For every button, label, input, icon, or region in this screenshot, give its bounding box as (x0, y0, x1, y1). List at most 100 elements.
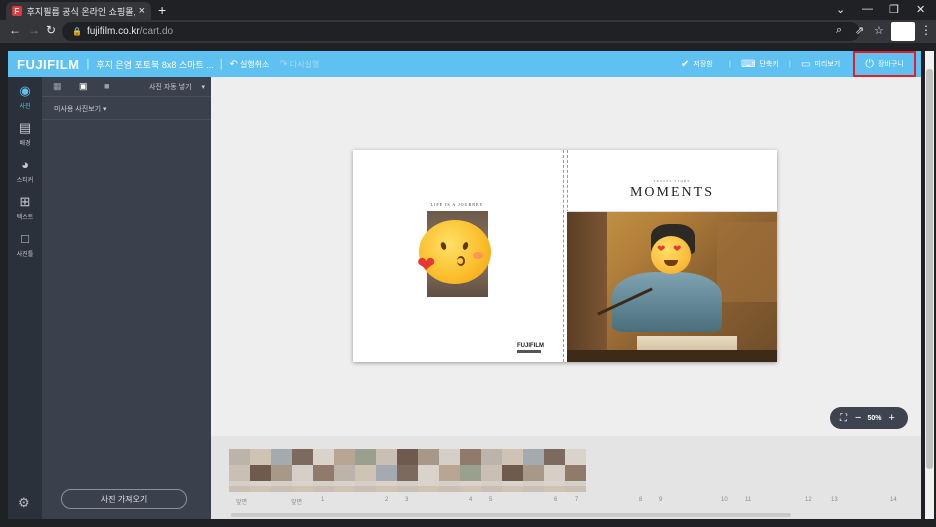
page-thumbnail-tile[interactable] (565, 486, 586, 492)
page-thumbnail-tile[interactable] (250, 486, 271, 492)
page-thumbnail-tile[interactable] (397, 465, 418, 481)
page-thumbnail-tile[interactable] (481, 449, 502, 465)
page-thumbnail-tile[interactable] (376, 465, 397, 481)
page-thumbnail-tile[interactable] (544, 465, 565, 481)
zoom-in-button[interactable]: + (888, 412, 894, 424)
page-scrollbar[interactable] (925, 51, 934, 519)
minimize-button[interactable]: — (862, 3, 873, 15)
page-thumbnail-tile[interactable] (229, 449, 250, 465)
page-thumbnail-tile[interactable] (271, 449, 292, 465)
page-thumbnail-tile[interactable] (397, 486, 418, 492)
page-thumbnail-tile[interactable] (355, 486, 376, 492)
redo-button[interactable]: ↷ 다시실행 (279, 59, 319, 70)
rail-item-sticker[interactable]: ◕ 스티커 (8, 153, 42, 189)
page-thumbnail-tile[interactable] (229, 465, 250, 481)
page-thumbnail-tile[interactable] (313, 486, 334, 492)
save-button[interactable]: ✔ 저장함 (681, 51, 713, 77)
unused-label: 미사용 사진보기 (54, 106, 102, 113)
page-thumbnail-tile[interactable] (418, 486, 439, 492)
page-thumbnail-tile[interactable] (481, 465, 502, 481)
page-thumbnail-tile[interactable] (565, 465, 586, 481)
new-tab-button[interactable]: + (158, 2, 166, 18)
scrollbar-thumb[interactable] (926, 69, 933, 469)
reload-icon[interactable]: ↻ (46, 23, 56, 37)
page-thumbnail-tile[interactable] (418, 449, 439, 465)
page-thumbnail-tile[interactable] (397, 449, 418, 465)
grid-large-view-icon[interactable]: ▣ (79, 81, 88, 92)
page-thumbnail-tile[interactable] (418, 465, 439, 481)
tab-close-icon[interactable]: × (139, 5, 145, 17)
profile-avatar[interactable] (891, 22, 915, 41)
page-thumbnail-tile[interactable] (523, 449, 544, 465)
page-thumbnail-tile[interactable] (523, 465, 544, 481)
page-thumbnail-tile[interactable] (313, 449, 334, 465)
page-thumbnail-tile[interactable] (544, 486, 565, 492)
right-page-photo[interactable]: ❤ ❤ (567, 212, 777, 362)
close-window-button[interactable]: ✕ (916, 3, 925, 16)
shortcut-button[interactable]: ⌨ 단축키 (741, 51, 779, 77)
share-icon[interactable]: ⇗ (855, 24, 864, 37)
page-thumbnail-tile[interactable] (460, 486, 481, 492)
page-thumbnail-tile[interactable] (334, 486, 355, 492)
address-bar[interactable]: 🔒 fujifilm.co.kr /cart.do (62, 22, 860, 41)
grid-small-view-icon[interactable]: ▦ (53, 81, 62, 92)
back-arrow-icon[interactable]: ← (9, 23, 21, 37)
autofill-dropdown[interactable]: 사진 자동 넣기 ▾ (149, 82, 205, 92)
page-thumbnail-tile[interactable] (313, 465, 334, 481)
page-thumbnail-tile[interactable] (565, 449, 586, 465)
gear-icon[interactable]: ⚙ (18, 495, 30, 511)
rail-item-frame[interactable]: □ 사진틀 (8, 227, 42, 263)
page-thumbnail-tile[interactable] (439, 486, 460, 492)
bookmark-star-icon[interactable]: ☆ (874, 24, 884, 37)
page-thumbnail-tile[interactable] (502, 486, 523, 492)
forward-arrow-icon[interactable]: → (28, 23, 40, 37)
browser-menu-icon[interactable]: ⋮ (920, 23, 932, 37)
import-photos-button[interactable]: 사진 가져오기 (61, 489, 187, 509)
cart-button[interactable]: ⏻ 장바구니 (853, 51, 916, 77)
page-thumbnail-tile[interactable] (376, 486, 397, 492)
power-icon: ⏻ (865, 57, 874, 70)
page-thumbnail-tile[interactable] (502, 465, 523, 481)
page-thumbnail-tile[interactable] (334, 465, 355, 481)
unused-photos-toggle[interactable]: 미사용 사진보기 ▾ (54, 104, 107, 114)
page-thumbnail-tile[interactable] (271, 486, 292, 492)
page-thumbnail-tile[interactable] (502, 449, 523, 465)
page-number-label: 7 (575, 497, 579, 503)
rail-item-background[interactable]: ▤ 배경 (8, 116, 42, 152)
zoom-magnifier-icon[interactable]: ⌕ (836, 24, 842, 37)
emoji-blush (473, 252, 483, 259)
page-thumbnail-tile[interactable] (250, 449, 271, 465)
page-thumbnail-tile[interactable] (460, 449, 481, 465)
page-thumbnail-tile[interactable] (376, 449, 397, 465)
page-spread[interactable]: LIFE IS A JOURNEY ❤ FUJIFILM TRAVEL STOR… (353, 150, 777, 362)
page-thumbnail-tile[interactable] (523, 486, 544, 492)
page-thumbnail-tile[interactable] (292, 465, 313, 481)
page-thumbnail-tile[interactable] (334, 449, 355, 465)
rail-item-text[interactable]: ⊞ 텍스트 (8, 190, 42, 226)
page-thumbnail-tile[interactable] (481, 486, 502, 492)
page-thumbnail-tile[interactable] (292, 449, 313, 465)
browser-tab[interactable]: F 후지필름 공식 온라인 쇼핑몰, 포 × (6, 2, 151, 20)
page-thumbnail-tile[interactable] (439, 465, 460, 481)
preview-button[interactable]: ▭ 미리보기 (801, 51, 840, 77)
shortcut-label: 단축키 (759, 61, 779, 68)
page-thumbnail-tile[interactable] (292, 486, 313, 492)
rail-item-photo[interactable]: ◉ 사진 (8, 79, 42, 115)
single-view-icon[interactable]: ■ (104, 81, 109, 91)
page-thumbnail-tile[interactable] (271, 465, 292, 481)
undo-button[interactable]: ↶ 실행취소 (230, 59, 270, 70)
page-strip-scrollbar[interactable] (231, 513, 791, 517)
page-number-label: 앞면 (236, 500, 248, 506)
page-thumbnail-tile[interactable] (355, 465, 376, 481)
tab-search-chevron-icon[interactable]: ⌄ (836, 3, 845, 16)
page-thumbnail-tile[interactable] (229, 486, 250, 492)
page-thumbnail-tile[interactable] (355, 449, 376, 465)
page-thumbnail-tile[interactable] (250, 465, 271, 481)
page-thumbnail-tile[interactable] (439, 449, 460, 465)
page-thumbnail-tile[interactable] (460, 465, 481, 481)
page-thumbnail-tile[interactable] (544, 449, 565, 465)
restore-button[interactable]: ❐ (889, 3, 899, 16)
heart-eyes-emoji-sticker[interactable]: ❤ ❤ (651, 236, 691, 274)
fit-screen-icon[interactable]: ⛶ (840, 413, 847, 424)
zoom-out-button[interactable]: − (855, 412, 861, 424)
